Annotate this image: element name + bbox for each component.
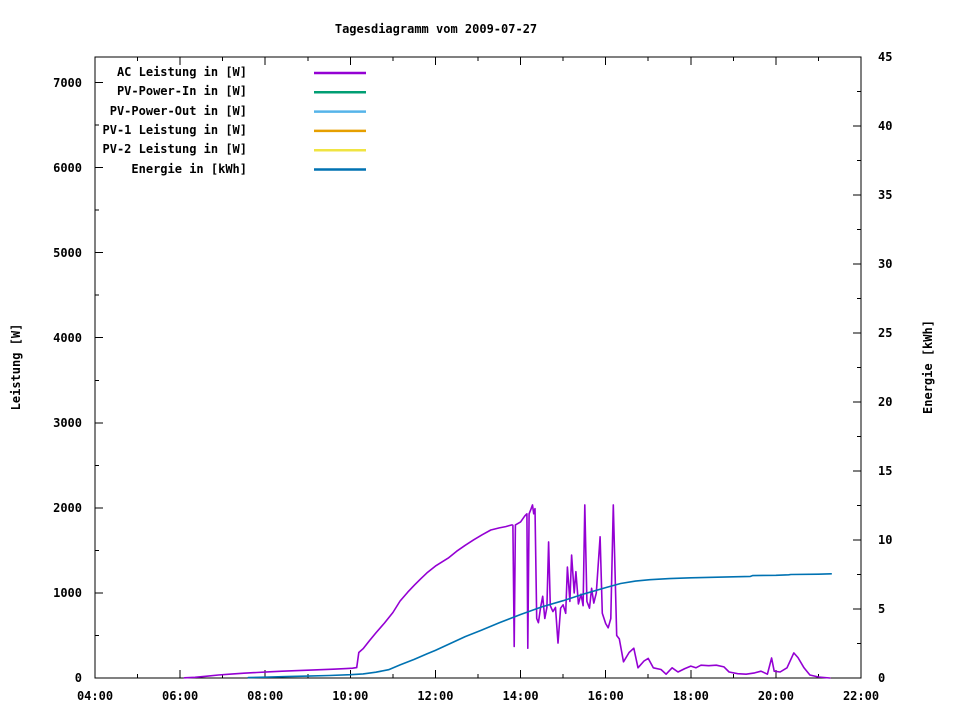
x-tick-label: 22:00 [842,689,880,703]
x-tick-label: 08:00 [247,689,284,703]
y-right-tick-label: 45 [878,50,893,64]
legend-item-label: PV-1 Leistung in [W] [102,122,248,137]
y-right-tick-label: 15 [878,464,893,478]
y-left-tick-label: 2000 [53,500,82,515]
series-curve-ac-leistung [183,504,831,679]
y-right-tick-label: 5 [878,602,886,616]
x-tick-label: 16:00 [587,689,624,703]
x-tick-label: 10:00 [332,689,369,703]
legend-item-label: PV-Power-In in [W] [116,84,247,99]
y-left-tick-label: 5000 [53,245,82,260]
y-left-tick-label: 0 [74,671,82,685]
legend-item-label: PV-Power-Out in [W] [109,103,247,118]
y-axis-label-right: Energie [kWh] [921,320,935,414]
x-tick-label: 06:00 [162,689,199,703]
y-right-tick-label: 20 [878,395,893,409]
y-left-tick-label: 4000 [53,330,82,345]
y-right-tick-label: 30 [878,257,893,271]
y-left-tick-label: 3000 [53,415,82,430]
x-tick-label: 12:00 [417,689,454,703]
chart-title: Tagesdiagramm vom 2009-07-27 [334,22,538,36]
y-right-tick-label: 0 [878,671,886,685]
legend-item-label: AC Leistung in [W] [116,65,247,79]
y-right-tick-label: 35 [878,188,893,202]
legend-item-label: PV-2 Leistung in [W] [102,142,248,157]
legend-item-label: Energie in [kWh] [131,161,247,176]
y-right-tick-label: 10 [878,533,893,547]
x-tick-label: 04:00 [76,689,114,703]
y-right-tick-label: 40 [878,119,893,133]
chart-canvas: Tagesdiagramm vom 2009-07-27 Leistung [W… [0,0,960,720]
series-curve-energie [247,572,833,679]
x-tick-label: 18:00 [672,689,709,703]
x-tick-label: 14:00 [502,689,539,703]
x-tick-label: 20:00 [757,689,794,703]
y-right-tick-label: 25 [878,326,893,340]
y-left-tick-label: 1000 [53,585,82,600]
